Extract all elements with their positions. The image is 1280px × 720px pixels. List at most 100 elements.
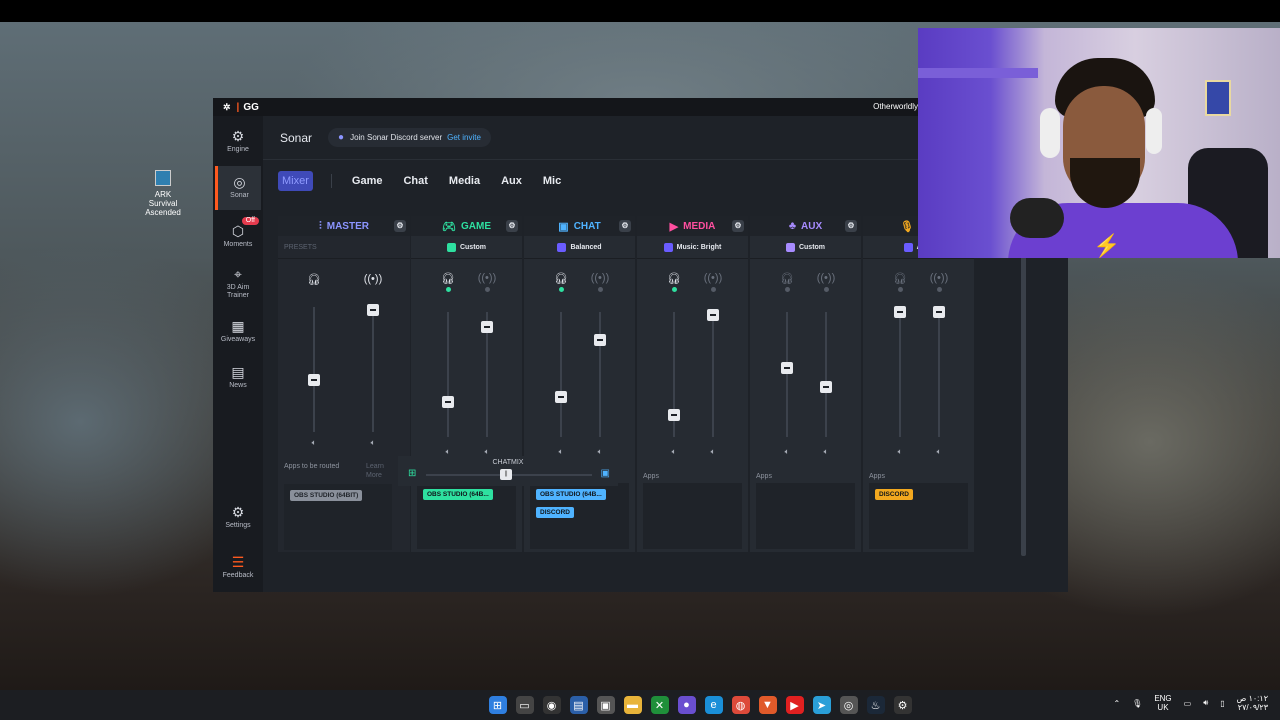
language-indicator[interactable]: ENG UK (1154, 694, 1171, 712)
tab-mixer[interactable]: Mixer (278, 171, 313, 191)
fader-handle[interactable] (933, 306, 945, 318)
settings-taskbar-icon[interactable]: ⚙ (893, 696, 912, 714)
store-icon[interactable]: ▣ (596, 696, 615, 714)
fader-track[interactable] (825, 312, 827, 437)
mute-speaker-icon[interactable]: 🔈︎ (664, 447, 684, 457)
broadcast-icon[interactable]: ((•)) (703, 272, 723, 286)
headphones-icon[interactable]: 🎧︎ (304, 273, 324, 287)
headphones-icon[interactable]: 🎧︎ (438, 272, 458, 286)
tab-aux[interactable]: Aux (501, 175, 522, 187)
learn-more-link[interactable]: Learn More (366, 462, 394, 480)
chatmix-slider-handle[interactable]: || (500, 469, 512, 480)
fader-track[interactable] (560, 312, 562, 437)
fader-track[interactable] (447, 312, 449, 437)
apps-drop-zone[interactable]: DISCORD (869, 483, 968, 549)
folder-icon[interactable]: ▬ (623, 696, 642, 714)
fader-track[interactable] (313, 307, 315, 432)
tab-mic[interactable]: Mic (543, 175, 561, 187)
fader-handle[interactable] (668, 408, 680, 421)
telegram-icon[interactable]: ➤ (812, 696, 831, 714)
get-invite-link[interactable]: Get invite (447, 133, 481, 142)
tab-media[interactable]: Media (449, 175, 480, 187)
battery-icon[interactable]: ▯ (1220, 699, 1224, 708)
fader-handle[interactable] (481, 321, 493, 333)
edge-icon[interactable]: e (704, 696, 723, 714)
apps-drop-zone[interactable]: OBS STUDIO (64BIT) (284, 484, 392, 550)
app-chip[interactable]: OBS STUDIO (64B... (536, 489, 606, 500)
fader-handle[interactable] (367, 303, 379, 316)
mute-speaker-icon[interactable]: 🔈︎ (890, 447, 910, 457)
mute-speaker-icon[interactable]: 🔈︎ (777, 447, 797, 457)
mute-speaker-icon[interactable]: 🔈︎ (304, 438, 324, 448)
desktop-shortcut[interactable]: ARK Survival Ascended (140, 170, 186, 217)
steam-icon[interactable]: ♨ (866, 696, 885, 714)
steelseries-icon[interactable]: ◉ (542, 696, 561, 714)
app-chip[interactable]: DISCORD (875, 489, 913, 500)
mute-speaker-icon[interactable]: 🔈︎ (929, 447, 949, 457)
broadcast-icon[interactable]: ((•)) (363, 273, 383, 287)
apps-drop-zone[interactable]: OBS STUDIO (64B... DISCORD (530, 483, 629, 549)
mute-speaker-icon[interactable]: 🔈︎ (816, 447, 836, 457)
broadcast-icon[interactable]: ((•)) (816, 272, 836, 286)
channel-settings-button[interactable]: ⚙ (394, 220, 406, 232)
fader-handle[interactable] (555, 391, 567, 403)
headphones-icon[interactable]: 🎧︎ (664, 272, 684, 286)
app-chip[interactable]: DISCORD (536, 507, 574, 518)
widgets-icon[interactable]: ▤ (569, 696, 588, 714)
brave-icon[interactable]: ▼ (758, 696, 777, 714)
network-icon[interactable]: ▭ (1184, 699, 1192, 708)
clock[interactable]: ١٠:١٢ ص ٢٧/٠٩/٢٣ (1237, 694, 1268, 712)
fader-handle[interactable] (894, 306, 906, 318)
fader-handle[interactable] (594, 333, 606, 346)
channel-settings-button[interactable]: ⚙ (506, 220, 518, 232)
fader-track[interactable] (899, 312, 901, 437)
fader-track[interactable] (599, 312, 601, 437)
mic-tray-icon[interactable]: 🎙︎ (1132, 699, 1142, 708)
windows-start-icon[interactable]: ⊞ (488, 696, 507, 714)
channel-settings-button[interactable]: ⚙ (845, 220, 857, 232)
channel-settings-button[interactable]: ⚙ (619, 220, 631, 232)
task-view-icon[interactable]: ▭ (515, 696, 534, 714)
app-chip[interactable]: OBS STUDIO (64B... (423, 489, 493, 500)
youtube-icon[interactable]: ▶ (785, 696, 804, 714)
preset-selector[interactable]: Custom (750, 236, 861, 259)
headphones-icon[interactable]: 🎧︎ (551, 272, 571, 286)
mute-speaker-icon[interactable]: 🔈︎ (703, 447, 723, 457)
sidebar-item-sonar[interactable]: ◎ Sonar (215, 166, 261, 210)
preset-selector[interactable]: Balanced (524, 236, 635, 259)
fader-handle[interactable] (308, 373, 320, 386)
mute-speaker-icon[interactable]: 🔈︎ (363, 438, 383, 448)
discord-invite-banner[interactable]: ● Join Sonar Discord server Get invite (328, 128, 491, 147)
gg-taskbar-icon[interactable]: ◎ (839, 696, 858, 714)
sidebar-item-moments[interactable]: Off ⬡ Moments (215, 217, 261, 249)
tab-chat[interactable]: Chat (403, 175, 427, 187)
tab-game[interactable]: Game (352, 175, 383, 187)
apps-drop-zone[interactable] (756, 483, 855, 549)
sidebar-item-engine[interactable]: ⚙ Engine (215, 128, 261, 154)
chrome-icon[interactable]: ◍ (731, 696, 750, 714)
preset-selector[interactable]: Music: Bright (637, 236, 748, 259)
chevron-up-icon[interactable]: ⌃ (1113, 699, 1120, 708)
sidebar-item-settings[interactable]: ⚙ Settings (215, 504, 261, 530)
sidebar-item-news[interactable]: ▤ News (215, 364, 261, 390)
broadcast-icon[interactable]: ((•)) (590, 272, 610, 286)
headphones-icon[interactable]: 🎧︎ (777, 272, 797, 286)
fader-track[interactable] (938, 312, 940, 437)
xbox-icon[interactable]: ✕ (650, 696, 669, 714)
fader-handle[interactable] (442, 396, 454, 408)
channel-settings-button[interactable]: ⚙ (732, 220, 744, 232)
fader-track[interactable] (712, 312, 714, 437)
fader-handle[interactable] (820, 381, 832, 393)
broadcast-icon[interactable]: ((•)) (477, 272, 497, 286)
fader-handle[interactable] (781, 362, 793, 375)
sidebar-item-giveaways[interactable]: ▦ Giveaways (215, 318, 261, 344)
sidebar-item-aim-trainer[interactable]: ⌖ 3D Aim Trainer (215, 266, 261, 300)
sidebar-item-feedback[interactable]: ☰ Feedback (215, 554, 261, 580)
fader-track[interactable] (372, 307, 374, 432)
broadcast-icon[interactable]: ((•)) (929, 272, 949, 286)
fader-track[interactable] (786, 312, 788, 437)
preset-selector[interactable]: Custom (411, 236, 522, 259)
discord-taskbar-icon[interactable]: ● (677, 696, 696, 714)
fader-handle[interactable] (707, 308, 719, 321)
apps-drop-zone[interactable] (643, 483, 742, 549)
